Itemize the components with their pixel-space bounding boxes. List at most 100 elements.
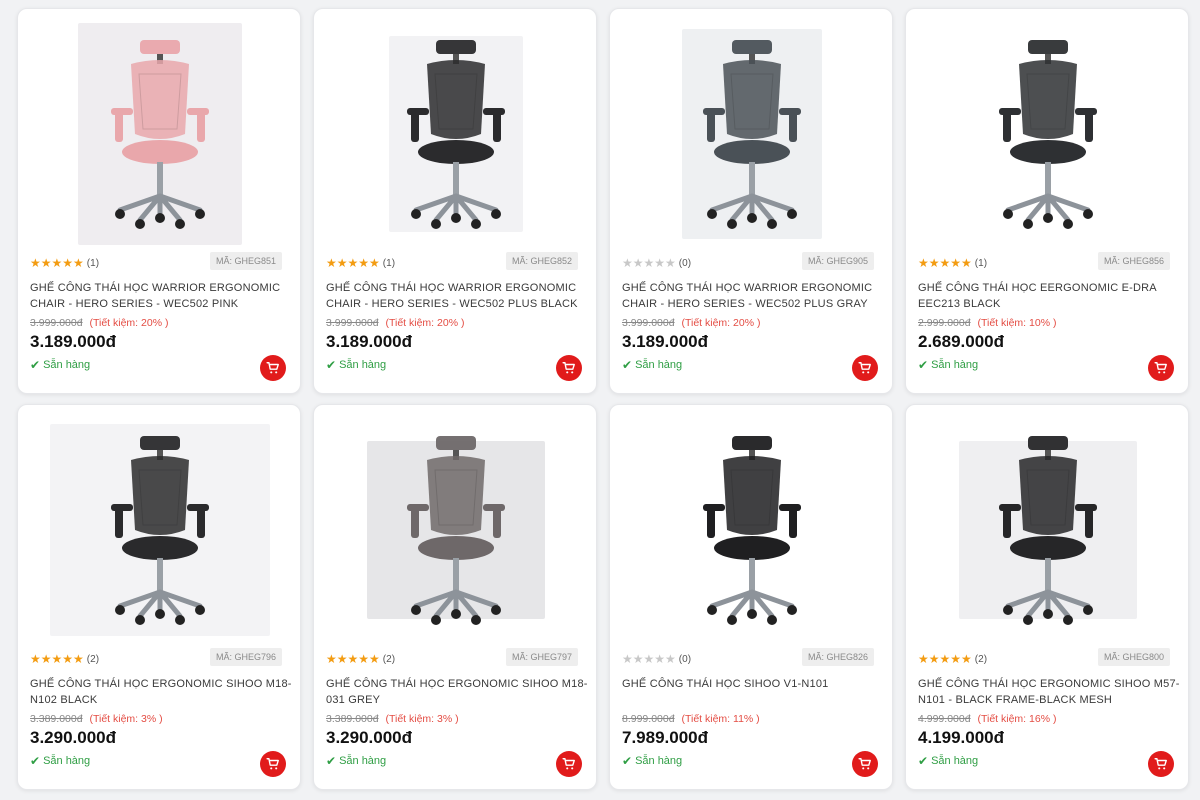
product-card[interactable]: ★★★★★ (1) MÃ: GHEG851 GHẾ CÔNG THÁI HỌC …	[17, 8, 301, 394]
stock-label: Sẵn hàng	[931, 755, 979, 767]
chair-illustration	[703, 40, 801, 229]
old-price: 3.389.000đ	[30, 713, 83, 725]
add-to-cart-button[interactable]	[852, 355, 878, 381]
cart-icon	[1154, 758, 1167, 770]
current-price: 3.290.000đ	[30, 728, 117, 747]
product-rating: ★★★★★ (1)	[918, 257, 987, 269]
rating-count: (0)	[678, 257, 692, 269]
current-price: 3.189.000đ	[622, 332, 709, 351]
chair-illustration	[999, 40, 1097, 229]
product-card[interactable]: ★★★★★ (2) MÃ: GHEG800 GHẾ CÔNG THÁI HỌC …	[905, 404, 1189, 790]
product-card[interactable]: ★★★★★ (2) MÃ: GHEG797 GHẾ CÔNG THÁI HỌC …	[313, 404, 597, 790]
add-to-cart-button[interactable]	[260, 355, 286, 381]
product-rating: ★★★★★ (2)	[30, 653, 99, 665]
product-name-link[interactable]: GHẾ CÔNG THÁI HỌC ERGONOMIC SIHOO M57-N1…	[918, 676, 1180, 708]
chair-illustration	[111, 436, 209, 625]
product-card[interactable]: ★★★★★ (2) MÃ: GHEG796 GHẾ CÔNG THÁI HỌC …	[17, 404, 301, 790]
saving-text: (Tiết kiệm: 20% )	[681, 317, 761, 329]
old-price: 2.999.000đ	[918, 317, 971, 329]
product-name-link[interactable]: GHẾ CÔNG THÁI HỌC WARRIOR ERGONOMIC CHAI…	[30, 280, 292, 312]
saving-text: (Tiết kiệm: 10% )	[977, 317, 1057, 329]
product-name-link[interactable]: GHẾ CÔNG THÁI HỌC WARRIOR ERGONOMIC CHAI…	[622, 280, 884, 312]
check-icon: ✔	[30, 358, 41, 372]
add-to-cart-button[interactable]	[852, 751, 878, 777]
check-icon: ✔	[918, 754, 929, 768]
price-line: 3.389.000đ (Tiết kiệm: 3% )	[30, 713, 163, 725]
product-image[interactable]	[630, 417, 874, 643]
current-price: 3.189.000đ	[30, 332, 117, 351]
product-card[interactable]: ★★★★★ (1) MÃ: GHEG856 GHẾ CÔNG THÁI HỌC …	[905, 8, 1189, 394]
chair-illustration	[407, 436, 505, 625]
sku-badge: MÃ: GHEG826	[801, 648, 874, 666]
saving-text: (Tiết kiệm: 16% )	[977, 713, 1057, 725]
old-price: 3.999.000đ	[326, 317, 379, 329]
product-name-link[interactable]: GHẾ CÔNG THÁI HỌC ERGONOMIC SIHOO M18-N1…	[30, 676, 292, 708]
add-to-cart-button[interactable]	[1148, 751, 1174, 777]
star-rating-icon: ★★★★★	[622, 256, 676, 270]
product-image[interactable]	[334, 21, 578, 247]
check-icon: ✔	[326, 358, 337, 372]
product-name-link[interactable]: GHẾ CÔNG THÁI HỌC EERGONOMIC E-DRA EEC21…	[918, 280, 1180, 312]
price-line: 3.999.000đ (Tiết kiệm: 20% )	[326, 317, 464, 329]
sku-badge: MÃ: GHEG852	[505, 252, 578, 270]
stock-status: ✔ Sẵn hàng	[918, 754, 978, 768]
stock-label: Sẵn hàng	[635, 359, 683, 371]
saving-text: (Tiết kiệm: 3% )	[89, 713, 163, 725]
product-name-link[interactable]: GHẾ CÔNG THÁI HỌC SIHOO V1-N101	[622, 676, 884, 692]
product-image[interactable]	[38, 21, 282, 247]
check-icon: ✔	[30, 754, 41, 768]
price-line: 3.999.000đ (Tiết kiệm: 20% )	[30, 317, 168, 329]
rating-count: (1)	[382, 257, 396, 269]
rating-count: (2)	[974, 653, 988, 665]
sku-badge: MÃ: GHEG851	[209, 252, 282, 270]
star-rating-icon: ★★★★★	[30, 256, 84, 270]
add-to-cart-button[interactable]	[556, 751, 582, 777]
current-price: 4.199.000đ	[918, 728, 1005, 747]
stock-label: Sẵn hàng	[931, 359, 979, 371]
product-name-link[interactable]: GHẾ CÔNG THÁI HỌC WARRIOR ERGONOMIC CHAI…	[326, 280, 588, 312]
stock-label: Sẵn hàng	[43, 359, 91, 371]
cart-icon	[858, 362, 871, 374]
sku-badge: MÃ: GHEG905	[801, 252, 874, 270]
chair-illustration	[407, 40, 505, 229]
sku-badge: MÃ: GHEG856	[1097, 252, 1170, 270]
product-rating: ★★★★★ (0)	[622, 257, 691, 269]
cart-icon	[858, 758, 871, 770]
product-image[interactable]	[926, 417, 1170, 643]
stock-status: ✔ Sẵn hàng	[30, 754, 90, 768]
product-image[interactable]	[38, 417, 282, 643]
sku-badge: MÃ: GHEG800	[1097, 648, 1170, 666]
check-icon: ✔	[622, 358, 633, 372]
star-rating-icon: ★★★★★	[326, 256, 380, 270]
check-icon: ✔	[918, 358, 929, 372]
old-price: 3.999.000đ	[622, 317, 675, 329]
product-card[interactable]: ★★★★★ (0) MÃ: GHEG826 GHẾ CÔNG THÁI HỌC …	[609, 404, 893, 790]
rating-count: (2)	[86, 653, 100, 665]
product-image[interactable]	[334, 417, 578, 643]
product-card[interactable]: ★★★★★ (1) MÃ: GHEG852 GHẾ CÔNG THÁI HỌC …	[313, 8, 597, 394]
cart-icon	[1154, 362, 1167, 374]
product-image[interactable]	[926, 21, 1170, 247]
price-line: 4.999.000đ (Tiết kiệm: 16% )	[918, 713, 1056, 725]
star-rating-icon: ★★★★★	[918, 652, 972, 666]
product-name-link[interactable]: GHẾ CÔNG THÁI HỌC ERGONOMIC SIHOO M18-03…	[326, 676, 588, 708]
old-price: 3.999.000đ	[30, 317, 83, 329]
cart-icon	[266, 758, 279, 770]
stock-status: ✔ Sẵn hàng	[30, 358, 90, 372]
sku-badge: MÃ: GHEG797	[505, 648, 578, 666]
add-to-cart-button[interactable]	[260, 751, 286, 777]
rating-count: (0)	[678, 653, 692, 665]
saving-text: (Tiết kiệm: 20% )	[89, 317, 169, 329]
add-to-cart-button[interactable]	[1148, 355, 1174, 381]
product-rating: ★★★★★ (2)	[918, 653, 987, 665]
product-rating: ★★★★★ (2)	[326, 653, 395, 665]
product-rating: ★★★★★ (1)	[326, 257, 395, 269]
stock-status: ✔ Sẵn hàng	[326, 754, 386, 768]
product-image[interactable]	[630, 21, 874, 247]
add-to-cart-button[interactable]	[556, 355, 582, 381]
cart-icon	[266, 362, 279, 374]
product-card[interactable]: ★★★★★ (0) MÃ: GHEG905 GHẾ CÔNG THÁI HỌC …	[609, 8, 893, 394]
chair-illustration	[111, 40, 209, 229]
stock-label: Sẵn hàng	[339, 755, 387, 767]
price-line: 2.999.000đ (Tiết kiệm: 10% )	[918, 317, 1056, 329]
